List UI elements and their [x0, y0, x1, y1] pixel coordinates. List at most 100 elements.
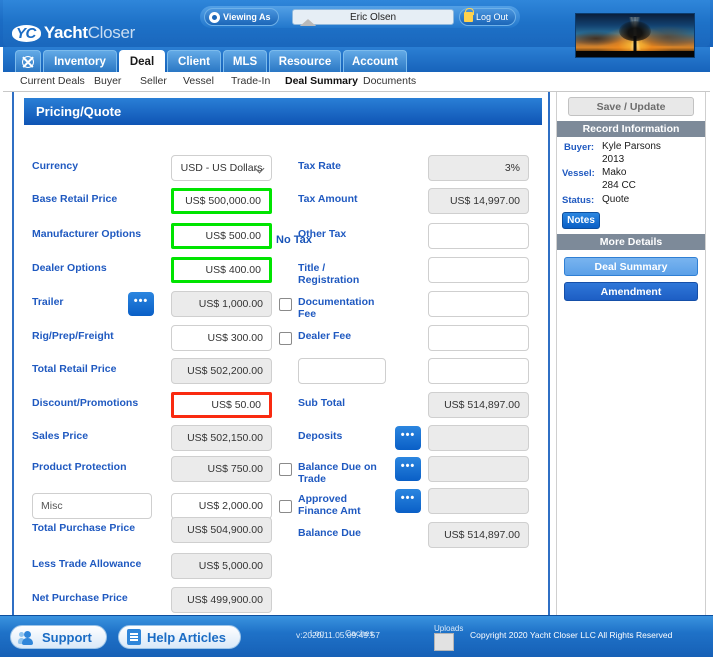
- uploads-label: Uploads: [434, 624, 464, 633]
- help-articles-button[interactable]: Help Articles: [118, 625, 241, 649]
- banner-tree: [618, 20, 652, 52]
- value-field-other-tax[interactable]: [428, 223, 529, 249]
- field-name-input-misc[interactable]: Misc: [32, 493, 152, 519]
- label-currency: Currency: [32, 160, 79, 172]
- nav-tab-label: Deal: [129, 55, 155, 68]
- label-dealer-fee: Dealer Fee: [298, 330, 352, 342]
- label-base-retail-price: Base Retail Price: [32, 193, 118, 205]
- value-field-balance-due: US$ 514,897.00: [428, 522, 529, 548]
- nav-tab-label: Client: [178, 55, 210, 68]
- amendment-button[interactable]: Amendment: [564, 282, 698, 301]
- buyer-name-value: Kyle Parsons: [602, 141, 661, 152]
- subnav-item-buyer[interactable]: Buyer: [94, 75, 121, 90]
- picker-button-trailer[interactable]: •••: [128, 292, 154, 316]
- value-field-rig-prep-freight[interactable]: US$ 300.00: [171, 325, 272, 351]
- nav-tab-label: Inventory: [54, 55, 106, 68]
- status-key-label: Status:: [562, 195, 595, 206]
- nav-tab-client[interactable]: Client: [167, 50, 221, 72]
- subnav-item-trade-in[interactable]: Trade-In: [231, 75, 270, 90]
- value-field-total-retail-price: US$ 502,200.00: [171, 358, 272, 384]
- sub-nav-bar: Current Deals Buyer Seller Vessel Trade-In De…: [3, 72, 710, 92]
- sunset-tree-banner-image: [575, 13, 695, 58]
- subnav-item-seller[interactable]: Seller: [140, 75, 167, 90]
- nav-tab-account[interactable]: Account: [343, 50, 407, 72]
- value-field-balance-due-on-trade: [428, 456, 529, 482]
- sidebar-divider-left: [556, 92, 557, 615]
- label-documentation-fee: Documentation Fee: [298, 296, 375, 320]
- label-approved-finance-amt: Approved Finance Amt: [298, 493, 361, 517]
- subnav-item-vessel[interactable]: Vessel: [183, 75, 214, 90]
- pricing-quote-panel: Pricing/Quote No Tax Currency USD - US Do…: [12, 92, 550, 615]
- label-total-retail-price: Total Retail Price: [32, 363, 117, 375]
- select-currency[interactable]: USD - US Dollars: [171, 155, 272, 181]
- save-update-button[interactable]: Save / Update: [568, 97, 694, 116]
- active-subnav-caret: [300, 19, 316, 26]
- value-field-tax-rate: 3%: [428, 155, 529, 181]
- version-text: v:2020.11.05.09.49.57: [296, 630, 380, 640]
- subnav-item-deal-summary[interactable]: Deal Summary: [285, 75, 358, 90]
- support-button[interactable]: Support: [10, 625, 107, 649]
- viewing-as-button[interactable]: Viewing As: [204, 8, 279, 26]
- value-field-discount-promotions[interactable]: US$ 50.00: [171, 392, 272, 418]
- vessel-model-value: 284 CC: [602, 180, 636, 191]
- eye-icon: [209, 11, 220, 23]
- app-header: YC Yacht Closer Viewing As Eric Olsen Lo…: [0, 0, 713, 58]
- label-balance-due: Balance Due: [298, 527, 362, 539]
- banner-ground: [576, 51, 694, 57]
- vessel-key-label: Vessel:: [562, 168, 595, 179]
- picker-button-deposits[interactable]: •••: [395, 426, 421, 450]
- copyright-text: Copyright 2020 Yacht Closer LLC All Righ…: [470, 630, 673, 640]
- value-field-title-registration[interactable]: [428, 257, 529, 283]
- value-field-approved-finance-amt: [428, 488, 529, 514]
- more-details-header: More Details: [557, 234, 705, 250]
- nav-tab-label: Resource: [278, 55, 332, 68]
- value-field-dealer-fee[interactable]: [428, 325, 529, 351]
- value-field-misc[interactable]: US$ 2,000.00: [171, 493, 272, 519]
- label-discount-promotions: Discount/Promotions: [32, 397, 139, 409]
- nav-tab-home[interactable]: [15, 50, 41, 72]
- value-field-dealer-options[interactable]: US$ 400.00: [171, 257, 272, 283]
- value-field-sub-total: US$ 514,897.00: [428, 392, 529, 418]
- logout-label: Log Out: [475, 12, 508, 22]
- viewing-user-field[interactable]: Eric Olsen: [292, 9, 454, 25]
- row-checkbox-0[interactable]: [279, 298, 292, 311]
- row-checkbox-1[interactable]: [279, 332, 292, 345]
- row-checkbox-2[interactable]: [279, 463, 292, 476]
- vessel-make-value: Mako: [602, 167, 627, 178]
- value-field-field-6[interactable]: [428, 358, 529, 384]
- buyer-year-value: 2013: [602, 154, 625, 165]
- logout-button[interactable]: Log Out: [458, 8, 516, 26]
- subnav-item-current-deals[interactable]: Current Deals: [20, 75, 85, 90]
- row-checkbox-3[interactable]: [279, 500, 292, 513]
- value-field-base-retail-price[interactable]: US$ 500,000.00: [171, 188, 272, 214]
- label-product-protection: Product Protection: [32, 461, 127, 473]
- nav-tab-mls[interactable]: MLS: [223, 50, 267, 72]
- label-dealer-options: Dealer Options: [32, 262, 107, 274]
- sidebar-divider-right: [705, 92, 706, 615]
- yachtcloser-logo: YC Yacht Closer: [12, 22, 135, 44]
- uploads-dropzone[interactable]: [434, 633, 454, 651]
- nav-tab-label: MLS: [232, 55, 258, 68]
- value-field-documentation-fee[interactable]: [428, 291, 529, 317]
- banner-cloud-left: [576, 31, 624, 46]
- field-name-input-field-6[interactable]: [298, 358, 386, 384]
- label-tax-rate: Tax Rate: [298, 160, 341, 172]
- logo-closer-text: Closer: [87, 23, 136, 42]
- subnav-item-documents[interactable]: Documents: [363, 75, 416, 90]
- picker-button-balance-due-on-trade[interactable]: •••: [395, 457, 421, 481]
- notes-button[interactable]: Notes: [562, 212, 600, 229]
- label-balance-due-on-trade: Balance Due on Trade: [298, 461, 377, 485]
- picker-button-approved-finance-amt[interactable]: •••: [395, 489, 421, 513]
- deal-summary-button[interactable]: Deal Summary: [564, 257, 698, 276]
- support-label: Support: [42, 629, 92, 645]
- label-other-tax: Other Tax: [298, 228, 347, 240]
- logo-yacht-text: Yacht: [43, 23, 88, 42]
- nav-tab-resource[interactable]: Resource: [269, 50, 341, 72]
- panel-title: Pricing/Quote: [24, 98, 542, 125]
- value-field-manufacturer-options[interactable]: US$ 500.00: [171, 223, 272, 249]
- label-less-trade-allowance: Less Trade Allowance: [32, 558, 142, 570]
- nav-tab-deal[interactable]: Deal: [119, 50, 165, 72]
- nav-tab-inventory[interactable]: Inventory: [43, 50, 117, 72]
- value-field-deposits: [428, 425, 529, 451]
- record-information-header: Record Information: [557, 121, 705, 137]
